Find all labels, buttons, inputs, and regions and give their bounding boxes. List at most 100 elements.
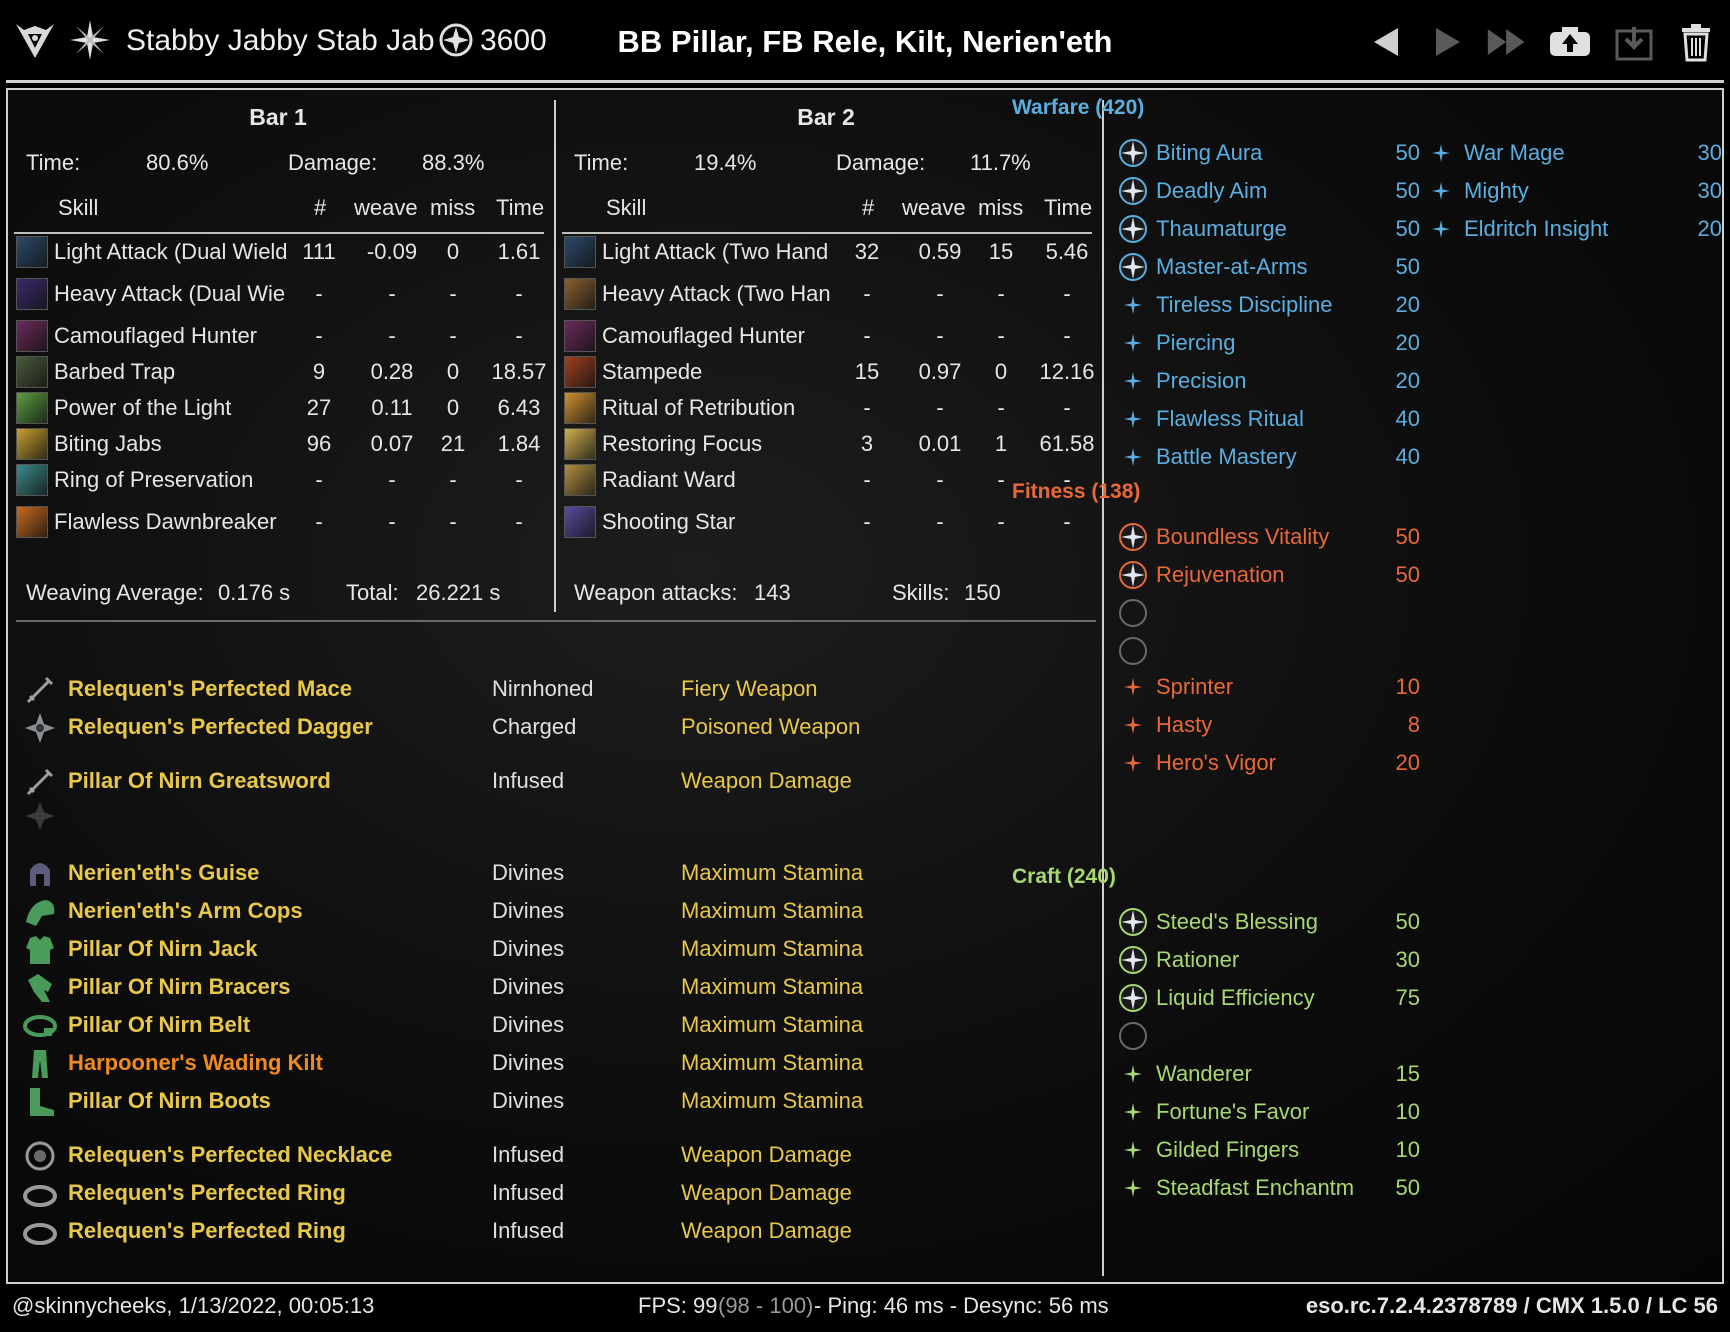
cp-star-fitness[interactable]: Hasty 8 (1118, 708, 1420, 742)
save-button[interactable] (1612, 20, 1656, 64)
cp-star-warfare[interactable]: Master-at-Arms 50 (1118, 250, 1420, 284)
equipment-row[interactable]: Pillar Of Nirn Bracers Divines Maximum Sta… (8, 970, 1098, 1006)
skill-row[interactable]: Power of the Light 27 0.11 0 6.43 (8, 390, 548, 428)
skill-row[interactable]: Restoring Focus 3 0.01 1 61.58 (556, 426, 1096, 464)
skill-row[interactable]: Ritual of Retribution - - - - (556, 390, 1096, 428)
item-name: Relequen's Perfected Necklace (68, 1142, 393, 1167)
item-enchant: Maximum Stamina (681, 974, 864, 999)
cp-star-craft[interactable]: Steed's Blessing 50 (1118, 905, 1420, 939)
cp-empty-slot (1118, 1019, 1420, 1053)
equipment-row[interactable]: Nerien'eth's Guise Divines Maximum Stamina (8, 856, 1098, 892)
skill-name: Shooting Star (602, 509, 736, 534)
skill-count: - (863, 395, 871, 420)
equipment-row[interactable] (8, 798, 1098, 834)
gloves-icon (22, 970, 58, 1006)
skill-time: - (1063, 395, 1071, 420)
cp-star-warfare[interactable]: Mighty 30 (1426, 174, 1722, 208)
slotted-star-icon (1118, 176, 1148, 206)
cp-name: Liquid Efficiency (1156, 985, 1315, 1010)
equipment-row[interactable]: Pillar Of Nirn Greatsword Infused Weapon D… (8, 764, 1098, 800)
item-enchant: Maximum Stamina (681, 860, 864, 885)
slotted-star-icon (1118, 983, 1148, 1013)
cp-name: Tireless Discipline (1156, 292, 1333, 317)
skill-row[interactable]: Barbed Trap 9 0.28 0 18.57 (8, 354, 548, 392)
skill-row[interactable]: Heavy Attack (Two Han - - - - (556, 276, 1096, 314)
skill-time: 18.57 (491, 359, 547, 384)
cp-star-warfare[interactable]: Thaumaturge 50 (1118, 212, 1420, 246)
item-trait: Divines (492, 1088, 565, 1113)
skill-miss: - (997, 395, 1005, 420)
skill-icon (564, 278, 596, 310)
skill-row[interactable]: Light Attack (Dual Wield 111 -0.09 0 1.61 (8, 234, 548, 272)
skill-icon (564, 506, 596, 538)
skill-miss: - (997, 509, 1005, 534)
cp-star-warfare[interactable]: Battle Mastery 40 (1118, 440, 1420, 474)
cp-value: 30 (1697, 178, 1722, 203)
cp-star-craft[interactable]: Liquid Efficiency 75 (1118, 981, 1420, 1015)
skill-row[interactable]: Flawless Dawnbreaker - - - - (8, 504, 548, 542)
passive-star-icon (1118, 366, 1148, 396)
equipment-row[interactable]: Relequen's Perfected Ring Infused Weapon D… (8, 1214, 1098, 1250)
skill-row[interactable]: Shooting Star - - - - (556, 504, 1096, 542)
cp-star-warfare[interactable]: Biting Aura 50 (1118, 136, 1420, 170)
previous-fight-button[interactable] (1364, 20, 1408, 64)
bar-2-time-value: 19.4% (694, 150, 757, 175)
cp-value: 10 (1395, 674, 1420, 699)
cp-star-warfare[interactable]: Precision 20 (1118, 364, 1420, 398)
slotted-star-icon (1118, 1021, 1148, 1051)
skill-row[interactable]: Camouflaged Hunter - - - - (8, 318, 548, 356)
cp-star-warfare[interactable]: Eldritch Insight 20 (1426, 212, 1722, 246)
empty-slot-icon (22, 798, 58, 834)
skill-row[interactable]: Heavy Attack (Dual Wie - - - - (8, 276, 548, 314)
bar-1-col-skill: Skill (58, 195, 99, 220)
cp-star-craft[interactable]: Fortune's Favor 10 (1118, 1095, 1420, 1129)
footer-ping: - Ping: 46 ms - Desync: 56 ms (814, 1293, 1109, 1318)
cp-star-fitness[interactable]: Rejuvenation 50 (1118, 558, 1420, 592)
delete-button[interactable] (1674, 20, 1718, 64)
cp-star-craft[interactable]: Wanderer 15 (1118, 1057, 1420, 1091)
skill-row[interactable]: Stampede 15 0.97 0 12.16 (556, 354, 1096, 392)
equipment-row[interactable]: Relequen's Perfected Necklace Infused Weap… (8, 1138, 1098, 1174)
equipment-row[interactable]: Pillar Of Nirn Boots Divines Maximum Stami… (8, 1084, 1098, 1120)
cp-star-fitness[interactable]: Sprinter 10 (1118, 670, 1420, 704)
next-fight-button[interactable] (1426, 20, 1470, 64)
equipment-row[interactable]: Relequen's Perfected Dagger Charged Poison… (8, 710, 1098, 746)
equipment-row[interactable]: Harpooner's Wading Kilt Divines Maximum St… (8, 1046, 1098, 1082)
equipment-row[interactable]: Pillar Of Nirn Jack Divines Maximum Stamin… (8, 932, 1098, 968)
equipment-row[interactable]: Relequen's Perfected Mace Nirnhoned Fiery … (8, 672, 1098, 708)
bar-2-col-weave: weave (902, 195, 966, 220)
cp-name: Rationer (1156, 947, 1240, 972)
cp-star-warfare[interactable]: Piercing 20 (1118, 326, 1420, 360)
warfare-title: Warfare (420) (1012, 96, 1145, 119)
cp-star-warfare[interactable]: War Mage 30 (1426, 136, 1722, 170)
cp-star-warfare[interactable]: Flawless Ritual 40 (1118, 402, 1420, 436)
skill-name: Restoring Focus (602, 431, 763, 456)
equipment-row[interactable]: Relequen's Perfected Ring Infused Weapon D… (8, 1176, 1098, 1212)
cp-star-fitness[interactable]: Hero's Vigor 20 (1118, 746, 1420, 780)
skill-icon (564, 428, 596, 460)
skill-miss: - (449, 467, 457, 492)
skill-row[interactable]: Camouflaged Hunter - - - - (556, 318, 1096, 356)
cp-star-craft[interactable]: Steadfast Enchantm 50 (1118, 1171, 1420, 1205)
upload-button[interactable] (1548, 20, 1592, 64)
cp-value: 50 (1395, 524, 1420, 549)
skill-time: 1.84 (497, 431, 541, 456)
equipment-row[interactable]: Pillar Of Nirn Belt Divines Maximum Stamin… (8, 1008, 1098, 1044)
skill-time: - (515, 323, 523, 348)
footer-version: eso.rc.7.2.4.2378789 / CMX 1.5.0 / LC 56 (1305, 1293, 1718, 1318)
cp-star-fitness[interactable]: Boundless Vitality 50 (1118, 520, 1420, 554)
equipment-row[interactable]: Nerien'eth's Arm Cops Divines Maximum Stam… (8, 894, 1098, 930)
bar-1-damage-label: Damage: (288, 150, 378, 175)
skill-row[interactable]: Light Attack (Two Hand 32 0.59 15 5.46 (556, 234, 1096, 272)
skill-icon (16, 506, 48, 538)
skill-time: 12.16 (1039, 359, 1095, 384)
cp-star-craft[interactable]: Rationer 30 (1118, 943, 1420, 977)
cp-star-warfare[interactable]: Deadly Aim 50 (1118, 174, 1420, 208)
cp-star-craft[interactable]: Gilded Fingers 10 (1118, 1133, 1420, 1167)
item-name: Nerien'eth's Guise (68, 860, 260, 885)
skill-row[interactable]: Ring of Preservation - - - - (8, 462, 548, 500)
skill-row[interactable]: Biting Jabs 96 0.07 21 1.84 (8, 426, 548, 464)
cp-star-warfare[interactable]: Tireless Discipline 20 (1118, 288, 1420, 322)
cp-value: 10 (1395, 1137, 1420, 1162)
last-fight-button[interactable] (1486, 20, 1530, 64)
